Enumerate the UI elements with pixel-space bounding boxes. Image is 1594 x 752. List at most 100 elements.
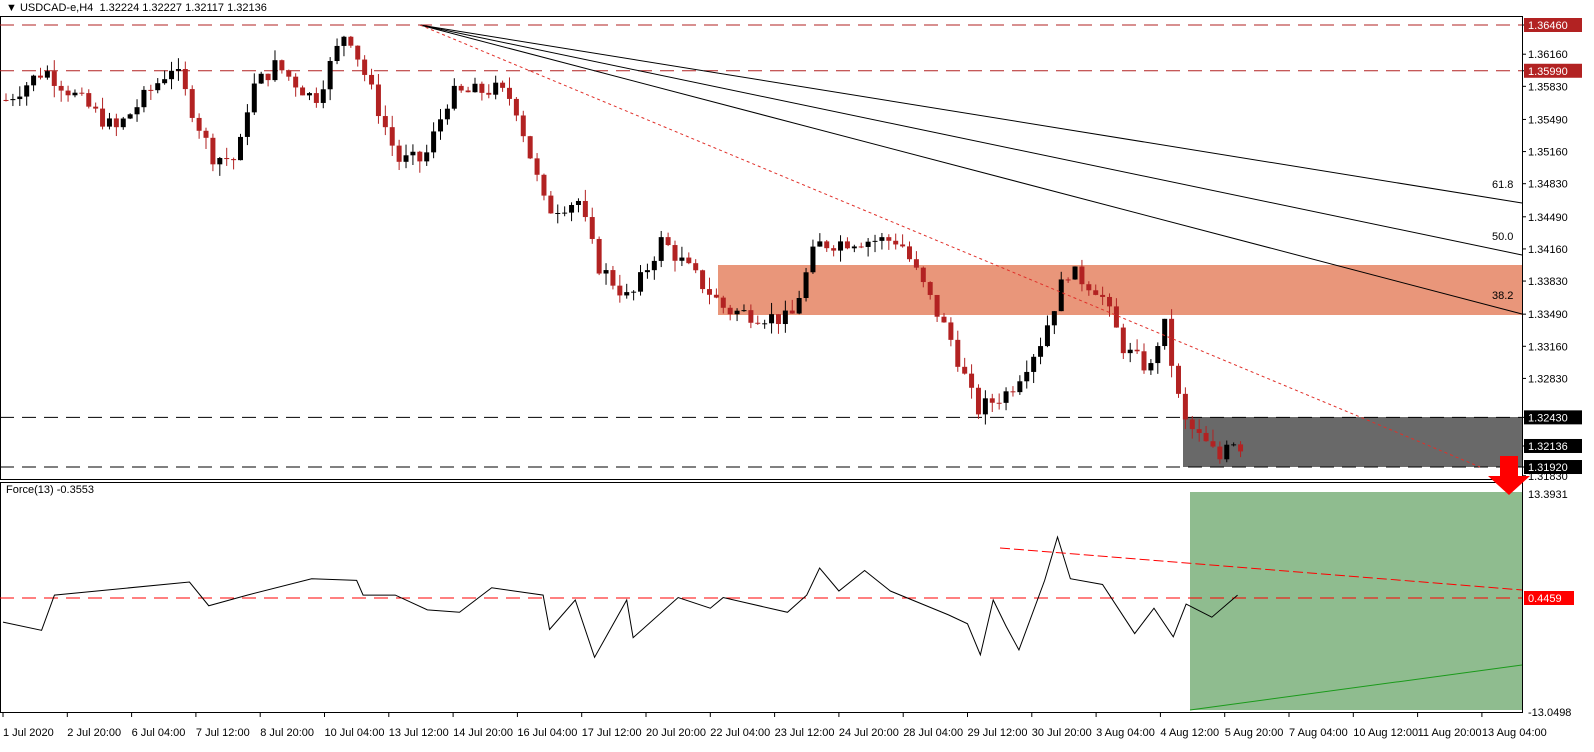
candle-body bbox=[1072, 266, 1078, 280]
candle-body bbox=[1107, 296, 1113, 307]
candle bbox=[548, 191, 554, 214]
candle-body bbox=[624, 292, 630, 296]
price-chart[interactable]: 61.8 50.0 38.2 1.36460 1.36160 1.35990 1.35830… bbox=[0, 0, 1594, 752]
candle bbox=[341, 35, 347, 57]
candle-body bbox=[389, 127, 395, 146]
candle bbox=[479, 81, 485, 101]
candle-body bbox=[279, 60, 285, 71]
candle-body bbox=[658, 237, 664, 261]
candle-body bbox=[796, 297, 802, 314]
time-tick-label: 22 Jul 04:00 bbox=[710, 727, 770, 739]
force-tick-label: 13.3931 bbox=[1528, 489, 1568, 501]
fib-label: 61.8 bbox=[1492, 179, 1513, 191]
candle-body bbox=[100, 108, 106, 127]
candle bbox=[989, 393, 995, 412]
price-tick-label: 1.35160 bbox=[1528, 147, 1568, 159]
candle bbox=[886, 234, 892, 250]
candle bbox=[320, 80, 326, 109]
candle-body bbox=[803, 272, 809, 298]
candle bbox=[817, 233, 823, 247]
triangle-down-icon[interactable]: ▼ bbox=[6, 2, 17, 14]
candle-body bbox=[1224, 444, 1230, 460]
candle-body bbox=[1210, 441, 1216, 447]
candle-body bbox=[24, 85, 30, 97]
candle bbox=[527, 135, 533, 160]
candle bbox=[44, 65, 50, 80]
candle bbox=[465, 86, 471, 93]
price-tick-label: 1.36460 bbox=[1528, 20, 1568, 32]
candle-body bbox=[824, 241, 830, 249]
candle-body bbox=[417, 151, 423, 162]
candle bbox=[651, 256, 657, 280]
candle bbox=[106, 112, 112, 130]
candle-body bbox=[955, 339, 961, 367]
candle-body bbox=[44, 71, 50, 78]
candle bbox=[431, 122, 437, 159]
candle-body bbox=[3, 99, 9, 101]
candle-body bbox=[244, 112, 250, 137]
candle-body bbox=[596, 238, 602, 274]
candle bbox=[189, 85, 195, 123]
candle bbox=[369, 68, 375, 90]
candle bbox=[1051, 310, 1057, 335]
candle-body bbox=[293, 76, 299, 88]
candle-body bbox=[320, 89, 326, 103]
candle bbox=[3, 93, 9, 102]
candle-body bbox=[127, 114, 133, 119]
candle-body bbox=[644, 270, 650, 273]
price-tick-label: 1.32830 bbox=[1528, 373, 1568, 385]
candle bbox=[907, 241, 913, 262]
candle bbox=[506, 77, 512, 106]
candle bbox=[1038, 337, 1044, 365]
price-tick-label: 1.35990 bbox=[1528, 66, 1568, 78]
candle bbox=[555, 204, 561, 224]
candle-body bbox=[838, 241, 844, 251]
candle-body bbox=[1217, 446, 1223, 460]
candle-body bbox=[203, 130, 209, 138]
candle-body bbox=[1113, 306, 1119, 328]
candle bbox=[265, 73, 271, 87]
candle-body bbox=[451, 85, 457, 109]
candle bbox=[844, 237, 850, 250]
candle-body bbox=[1134, 349, 1140, 352]
candle bbox=[851, 244, 857, 253]
time-tick-label: 17 Jul 12:00 bbox=[582, 727, 642, 739]
candle-body bbox=[444, 108, 450, 120]
candle-body bbox=[217, 158, 223, 165]
candle-body bbox=[1120, 327, 1126, 354]
candle bbox=[196, 113, 202, 139]
candle-body bbox=[465, 90, 471, 93]
candle-body bbox=[920, 267, 926, 283]
candle bbox=[300, 85, 306, 96]
candle bbox=[403, 144, 409, 169]
candle bbox=[665, 232, 671, 247]
candle-body bbox=[327, 61, 333, 90]
price-tick-label: 1.33490 bbox=[1528, 309, 1568, 321]
candle bbox=[231, 157, 237, 170]
candle bbox=[313, 87, 319, 108]
candle-body bbox=[431, 131, 437, 153]
candle bbox=[1148, 359, 1154, 375]
candle bbox=[775, 314, 781, 334]
candle bbox=[93, 102, 99, 113]
candle bbox=[375, 74, 381, 124]
candle bbox=[982, 390, 988, 425]
candle-body bbox=[93, 106, 99, 109]
candle-body bbox=[258, 73, 264, 84]
candle-body bbox=[831, 248, 837, 251]
candle-body bbox=[996, 402, 1002, 404]
candle-body bbox=[231, 159, 237, 161]
candle-body bbox=[1065, 279, 1071, 281]
candle-body bbox=[907, 246, 913, 260]
candle-body bbox=[196, 117, 202, 131]
candle-body bbox=[106, 118, 112, 127]
price-tick-label: 1.32430 bbox=[1528, 412, 1568, 424]
time-tick-label: 10 Jul 04:00 bbox=[325, 727, 385, 739]
candle-body bbox=[865, 241, 871, 247]
candle bbox=[706, 277, 712, 305]
force-tick-label: 0.4459 bbox=[1528, 593, 1562, 605]
candle bbox=[362, 55, 368, 82]
candle bbox=[1134, 339, 1140, 354]
candle-body bbox=[569, 204, 575, 213]
candle bbox=[1120, 323, 1126, 360]
